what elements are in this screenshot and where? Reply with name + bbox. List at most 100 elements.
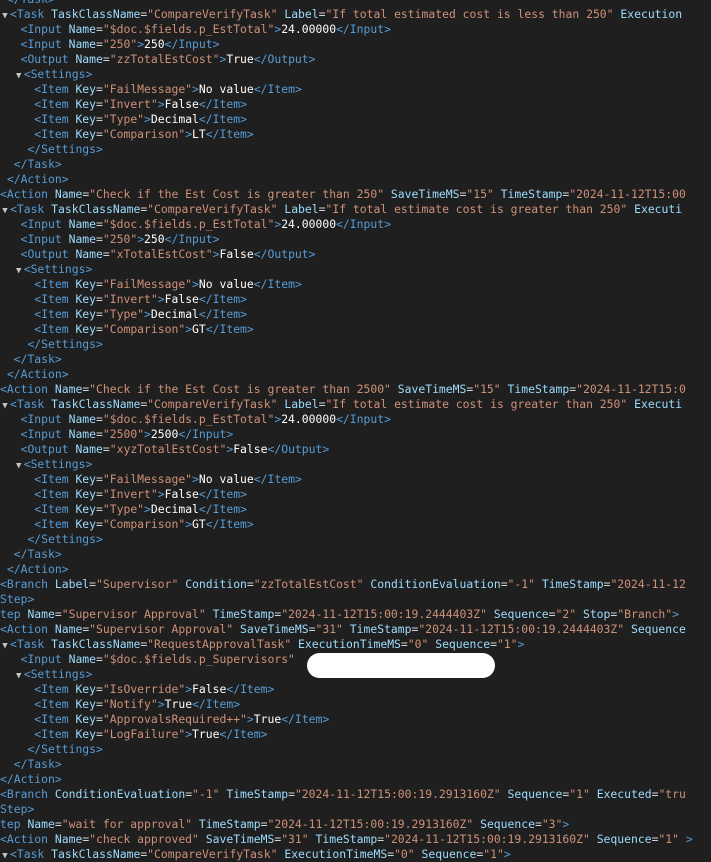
xml-punctuation [192, 817, 199, 831]
xml-attribute-name: Name [54, 382, 83, 396]
xml-tag: Input [27, 232, 62, 246]
xml-punctuation: = [260, 817, 268, 831]
xml-tag: > [54, 547, 62, 561]
xml-tag: Task [27, 757, 55, 771]
xml-tag: </ [198, 502, 213, 516]
xml-attribute-value: "$doc.$fields.p_EstTotal" [102, 217, 275, 231]
xml-punctuation: = [96, 502, 103, 516]
xml-attribute-name: Key [75, 712, 97, 726]
collapse-chevron-icon[interactable]: ▼ [14, 264, 24, 277]
xml-attribute-name: TaskClassName [51, 847, 141, 861]
xml-tag: < [23, 262, 31, 276]
xml-punctuation: = [96, 277, 103, 291]
xml-punctuation [62, 22, 69, 36]
xml-tag: </ [219, 727, 234, 741]
collapse-chevron-icon[interactable]: ▼ [14, 669, 24, 682]
xml-tag: Input [349, 22, 385, 36]
xml-punctuation: = [288, 787, 295, 801]
xml-tag: > [192, 472, 199, 486]
xml-tag: </ [336, 412, 350, 426]
xml-tag: </ [0, 772, 14, 786]
xml-punctuation [62, 412, 69, 426]
xml-tag: > [212, 232, 220, 246]
xml-punctuation: = [534, 817, 542, 831]
xml-line: <Output Name="zzTotalEstCost">True</Outp… [0, 52, 711, 67]
xml-text-value: GT [192, 517, 206, 531]
xml-attribute-value: "xTotalEstCost" [109, 247, 213, 261]
xml-attribute-name: Name [27, 607, 55, 621]
xml-attribute-value: "31" [315, 622, 343, 636]
collapse-chevron-icon[interactable]: ▼ [14, 459, 24, 472]
xml-tag: </ [198, 97, 213, 111]
xml-attribute-name: TimeStamp [507, 382, 570, 396]
xml-tag: </ [226, 682, 241, 696]
xml-punctuation: = [500, 577, 508, 591]
xml-tag: </ [205, 322, 220, 336]
xml-tag: Item [294, 712, 323, 726]
xml-text-value: True [226, 52, 254, 66]
xml-attribute-value: "ApprovalsRequired++" [102, 712, 247, 726]
xml-tag: > [308, 247, 316, 261]
xml-attribute-value: "Branch" [617, 607, 673, 621]
xml-tag: > [246, 127, 254, 141]
xml-line: <Action Name="Supervisor Approval" SaveT… [0, 622, 711, 637]
xml-punctuation: = [89, 577, 97, 591]
xml-punctuation: = [400, 637, 408, 651]
collapse-chevron-icon[interactable]: ▼ [0, 849, 10, 862]
xml-line: <Input Name="250">250</Input> [0, 232, 711, 247]
xml-punctuation [501, 787, 508, 801]
xml-punctuation: = [246, 577, 254, 591]
xml-tag: > [157, 97, 165, 111]
xml-attribute-name: Sequence [493, 607, 549, 621]
collapse-chevron-icon[interactable]: ▼ [14, 69, 24, 82]
xml-punctuation: = [548, 607, 556, 621]
xml-attribute-name: Label [284, 397, 319, 411]
xml-attribute-name: Label [54, 577, 90, 591]
xml-punctuation [62, 427, 69, 441]
xml-line: <Item Key="Type">Decimal</Item> [0, 502, 711, 517]
xml-text-value: No value [198, 82, 254, 96]
xml-text-value: Decimal [150, 502, 199, 516]
xml-attribute-name: Name [68, 232, 97, 246]
xml-text-value: 250 [144, 37, 165, 51]
collapse-chevron-icon[interactable]: ▼ [0, 399, 10, 412]
xml-tag: Item [212, 292, 241, 306]
xml-punctuation: = [96, 127, 103, 141]
xml-punctuation [62, 232, 69, 246]
collapse-chevron-icon[interactable]: ▼ [0, 9, 10, 22]
xml-text-value: True [253, 712, 282, 726]
xml-tag: </ [267, 442, 282, 456]
xml-tag: Task [16, 202, 45, 216]
xml-punctuation: = [96, 652, 103, 666]
xml-attribute-value: "Invert" [102, 97, 158, 111]
xml-line: <Item Key="FailMessage">No value</Item> [0, 472, 711, 487]
xml-tag: tep [0, 817, 21, 831]
xml-attribute-name: Key [75, 292, 97, 306]
xml-punctuation: = [54, 607, 62, 621]
xml-punctuation [590, 832, 597, 846]
xml-tag: > [384, 22, 391, 36]
xml-attribute-value: "Check if the Est Cost is greater than 2… [89, 382, 391, 396]
xml-tag: Input [349, 217, 385, 231]
collapse-chevron-icon[interactable]: ▼ [0, 639, 10, 652]
collapse-chevron-icon[interactable]: ▼ [0, 204, 10, 217]
xml-tag: Input [27, 217, 62, 231]
xml-tag: </ [198, 292, 213, 306]
xml-attribute-name: SaveTimeMS [390, 187, 460, 201]
xml-punctuation [199, 832, 206, 846]
xml-attribute-name: Key [75, 487, 97, 501]
xml-tag: </ [27, 742, 42, 756]
xml-text-value: No value [198, 472, 254, 486]
xml-attribute-name: TimeStamp [198, 817, 261, 831]
xml-line: <Item Key="ApprovalsRequired++">True</It… [0, 712, 711, 727]
xml-attribute-name: ConditionEvaluation [54, 787, 186, 801]
xml-tag: > [192, 277, 199, 291]
